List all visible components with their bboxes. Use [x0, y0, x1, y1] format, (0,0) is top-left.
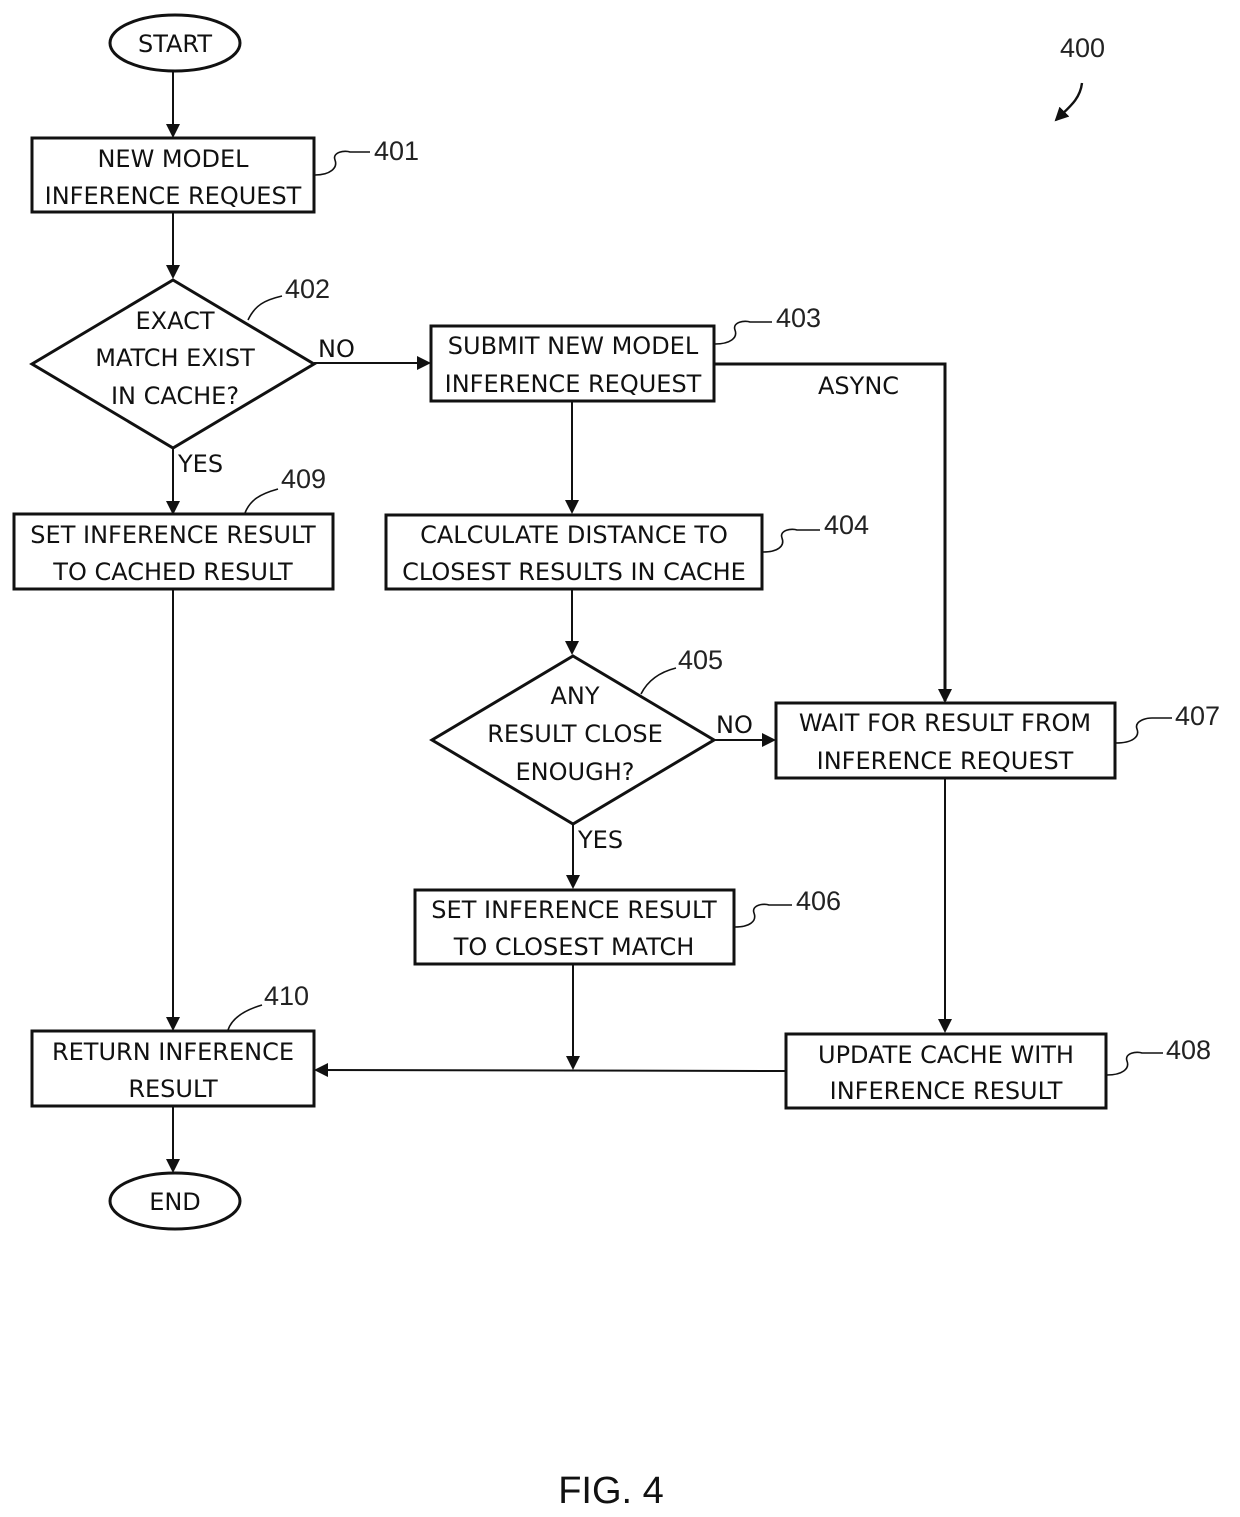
end-label: END — [149, 1188, 201, 1216]
decision-402-line-1: EXACT — [135, 307, 214, 335]
step-406-line-2: TO CLOSEST MATCH — [453, 933, 695, 961]
edge-label-405-yes: YES — [577, 826, 623, 854]
step-403-submit-request: SUBMIT NEW MODEL INFERENCE REQUEST — [429, 324, 716, 403]
step-409-line-1: SET INFERENCE RESULT — [30, 521, 316, 549]
step-408-line-2: INFERENCE RESULT — [830, 1077, 1063, 1105]
step-410-line-1: RETURN INFERENCE — [52, 1038, 294, 1066]
flowchart-canvas: START NEW MODEL INFERENCE REQUEST 401 EX… — [12, 13, 1220, 1512]
decision-405-close-enough: ANY RESULT CLOSE ENOUGH? — [429, 654, 717, 826]
step-403-line-1: SUBMIT NEW MODEL — [448, 332, 699, 360]
ref-label-401: 401 — [374, 136, 419, 166]
ref-leader-410 — [227, 1004, 263, 1031]
edge-label-402-yes: YES — [177, 450, 223, 478]
decision-402-line-2: MATCH EXIST — [95, 344, 255, 372]
ref-label-408: 408 — [1166, 1035, 1211, 1065]
step-409-line-2: TO CACHED RESULT — [52, 558, 293, 586]
ref-label-405: 405 — [678, 645, 723, 675]
ref-leader-409 — [244, 488, 279, 514]
decision-405-line-2: RESULT CLOSE — [487, 720, 663, 748]
edge-label-403-async: ASYNC — [818, 372, 899, 400]
end-terminator: END — [108, 1171, 242, 1231]
step-403-line-2: INFERENCE REQUEST — [445, 370, 702, 398]
start-label: START — [138, 30, 212, 58]
step-408-line-1: UPDATE CACHE WITH — [818, 1041, 1074, 1069]
decision-402-exact-match: EXACT MATCH EXIST IN CACHE? — [29, 278, 317, 450]
ref-leader-403 — [714, 320, 772, 345]
step-408-update-cache: UPDATE CACHE WITH INFERENCE RESULT — [784, 1032, 1108, 1110]
step-407-line-1: WAIT FOR RESULT FROM — [799, 709, 1091, 737]
start-terminator: START — [108, 13, 242, 73]
ref-leader-401 — [314, 150, 370, 176]
step-404-calculate-distance: CALCULATE DISTANCE TO CLOSEST RESULTS IN… — [384, 513, 764, 591]
decision-405-line-3: ENOUGH? — [516, 758, 635, 786]
edge-408-410 — [314, 1063, 787, 1078]
figure-label: FIG. 4 — [558, 1470, 664, 1512]
step-410-return-inference-result: RETURN INFERENCE RESULT — [30, 1029, 316, 1108]
figure-reference-number: 400 — [1060, 33, 1105, 63]
ref-label-403: 403 — [776, 303, 821, 333]
step-406-set-closest-match: SET INFERENCE RESULT TO CLOSEST MATCH — [413, 888, 736, 966]
step-410-line-2: RESULT — [128, 1075, 218, 1103]
decision-405-line-1: ANY — [550, 682, 599, 710]
ref-leader-404 — [762, 528, 820, 553]
ref-leader-406 — [734, 903, 792, 928]
step-401-line-2: INFERENCE REQUEST — [45, 182, 302, 210]
ref-leader-405 — [640, 667, 677, 695]
decision-402-line-3: IN CACHE? — [111, 382, 239, 410]
step-401-new-model-inference-request: NEW MODEL INFERENCE REQUEST — [30, 136, 316, 214]
step-404-line-2: CLOSEST RESULTS IN CACHE — [402, 558, 746, 586]
step-401-line-1: NEW MODEL — [97, 145, 249, 173]
edge-label-402-no: NO — [318, 335, 355, 363]
step-407-wait-for-result: WAIT FOR RESULT FROM INFERENCE REQUEST — [774, 701, 1117, 780]
ref-leader-402 — [247, 295, 283, 321]
step-404-line-1: CALCULATE DISTANCE TO — [420, 521, 728, 549]
ref-label-402: 402 — [285, 274, 330, 304]
step-409-set-cached-result: SET INFERENCE RESULT TO CACHED RESULT — [12, 512, 335, 591]
ref-label-406: 406 — [796, 886, 841, 916]
edge-label-405-no: NO — [716, 711, 753, 739]
figure-reference-arrow — [1054, 82, 1084, 122]
ref-label-410: 410 — [264, 981, 309, 1011]
step-406-line-1: SET INFERENCE RESULT — [431, 896, 717, 924]
ref-label-409: 409 — [281, 464, 326, 494]
ref-leader-407 — [1115, 717, 1172, 744]
ref-label-404: 404 — [824, 510, 869, 540]
ref-leader-408 — [1106, 1051, 1163, 1076]
ref-label-407: 407 — [1175, 701, 1220, 731]
step-407-line-2: INFERENCE REQUEST — [817, 747, 1074, 775]
